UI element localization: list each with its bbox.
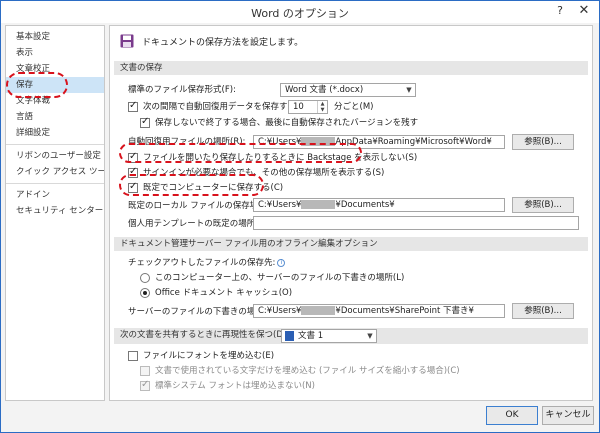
- help-icon[interactable]: ?: [549, 3, 571, 19]
- sidebar-item-display[interactable]: 表示: [6, 45, 104, 61]
- drafts-location-prefix: C:¥Users¥: [258, 306, 302, 316]
- autorecover-label: 次の間隔で自動回復用データを保存する(A):: [143, 102, 312, 112]
- sidebar-item-quick-access[interactable]: クイック アクセス ツール バー: [6, 164, 104, 180]
- show-more-locations-label: サインインが必要な場合でも、その他の保存場所を表示する(S): [143, 168, 385, 178]
- redacted-username: [301, 137, 336, 146]
- drafts-location-suffix: ¥Documents¥SharePoint 下書き¥: [335, 306, 474, 316]
- radio-office-cache[interactable]: [140, 288, 150, 298]
- sidebar-item-proofing[interactable]: 文章校正: [6, 61, 104, 77]
- format-value: Word 文書 (*.docx): [285, 85, 364, 95]
- ok-button[interactable]: OK: [486, 406, 538, 425]
- sidebar-divider: [6, 144, 104, 145]
- sidebar-item-general[interactable]: 基本設定: [6, 29, 104, 45]
- drafts-location-input[interactable]: C:¥Users¥ ¥Documents¥SharePoint 下書き¥: [253, 304, 505, 318]
- redacted-username: [301, 306, 336, 315]
- browse-drafts-button[interactable]: 参照(B)...: [512, 303, 574, 319]
- word-document-icon: [285, 331, 294, 341]
- browse-autorecover-button[interactable]: 参照(B)...: [512, 134, 574, 150]
- template-location-input[interactable]: [253, 216, 579, 230]
- no-system-fonts-checkbox[interactable]: [140, 379, 150, 391]
- sidebar: 基本設定 表示 文章校正 保存 文字体裁 言語 詳細設定 リボンのユーザー設定 …: [5, 25, 105, 401]
- autorecover-minutes-spinner[interactable]: 10 ▲ ▼: [288, 100, 328, 114]
- cancel-button[interactable]: キャンセル: [542, 406, 594, 425]
- browse-local-button[interactable]: 参照(B)...: [512, 197, 574, 213]
- options-dialog: Word のオプション ? ✕ 基本設定 表示 文章校正 保存 文字体裁 言語 …: [0, 0, 600, 433]
- local-location-suffix: ¥Documents¥: [335, 200, 395, 210]
- window-title: Word のオプション: [251, 7, 349, 20]
- sidebar-item-addins[interactable]: アドイン: [6, 187, 104, 203]
- panel-heading-text: ドキュメントの保存方法を設定します。: [142, 38, 304, 48]
- sidebar-item-save[interactable]: 保存: [6, 77, 104, 93]
- format-label: 標準のファイル保存形式(F):: [128, 85, 236, 95]
- close-icon[interactable]: ✕: [573, 3, 595, 19]
- sidebar-item-language[interactable]: 言語: [6, 109, 104, 125]
- sidebar-item-customize-ribbon[interactable]: リボンのユーザー設定: [6, 148, 104, 164]
- keep-last-checkbox[interactable]: [140, 116, 150, 128]
- redacted-username: [301, 200, 336, 209]
- save-to-computer-label: 既定でコンピューターに保存する(C): [143, 183, 284, 193]
- show-more-locations-checkbox[interactable]: [128, 166, 138, 178]
- section-header-save: 文書の保存: [114, 61, 588, 75]
- template-location-label: 個人用テンプレートの既定の場所(T):: [128, 219, 270, 229]
- no-backstage-label: ファイルを開いたり保存したりするときに Backstage を表示しない(S): [143, 153, 418, 163]
- save-to-computer-checkbox[interactable]: [128, 181, 138, 193]
- local-location-prefix: C:¥Users¥: [258, 200, 302, 210]
- no-backstage-checkbox[interactable]: [128, 151, 138, 163]
- info-icon: i: [277, 258, 286, 267]
- sidebar-item-typography[interactable]: 文字体裁: [6, 93, 104, 109]
- embed-fonts-checkbox[interactable]: [128, 351, 138, 361]
- autorecover-minutes-value: 10: [293, 102, 304, 112]
- autorecover-location-input[interactable]: C:¥Users¥ AppData¥Roaming¥Microsoft¥Word¥: [253, 135, 505, 149]
- options-panel: ドキュメントの保存方法を設定します。 文書の保存 標準のファイル保存形式(F):…: [109, 25, 593, 401]
- autorecover-location-suffix: AppData¥Roaming¥Microsoft¥Word¥: [335, 137, 492, 147]
- embed-used-only-label: 文書で使用されている文字だけを埋め込む (ファイル サイズを縮小する場合)(C): [155, 366, 460, 376]
- autorecover-checkbox[interactable]: [128, 100, 138, 112]
- spinner-down-icon[interactable]: ▼: [317, 107, 327, 113]
- sidebar-item-advanced[interactable]: 詳細設定: [6, 125, 104, 141]
- keep-last-label: 保存しないで終了する場合、最後に自動保存されたバージョンを残す: [155, 118, 419, 128]
- section-header-server: ドキュメント管理サーバー ファイル用のオフライン編集オプション: [114, 237, 588, 251]
- share-fidelity-label: 次の文書を共有するときに再現性を保つ(D):: [120, 330, 290, 340]
- checkout-location-text: チェックアウトしたファイルの保存先:: [128, 258, 276, 268]
- checkout-location-label: チェックアウトしたファイルの保存先: i: [128, 257, 286, 269]
- sidebar-divider: [6, 183, 104, 184]
- embed-fonts-label: ファイルにフォントを埋め込む(E): [143, 351, 275, 361]
- minutes-unit-label: 分ごと(M): [334, 102, 374, 112]
- share-document-value: 文書 1: [298, 331, 324, 341]
- radio-this-computer-label: このコンピューター上の、サーバーのファイルの下書きの場所(L): [155, 273, 405, 283]
- chevron-down-icon: ▼: [367, 332, 373, 340]
- embed-used-only-checkbox[interactable]: [140, 366, 150, 376]
- floppy-disk-icon: [120, 34, 134, 48]
- no-system-fonts-label: 標準システム フォントは埋め込まない(N): [155, 381, 315, 391]
- sidebar-item-trust-center[interactable]: セキュリティ センター: [6, 203, 104, 219]
- autorecover-location-label: 自動回復用ファイルの場所(R):: [128, 137, 246, 147]
- local-location-input[interactable]: C:¥Users¥ ¥Documents¥: [253, 198, 505, 212]
- radio-office-cache-label: Office ドキュメント キャッシュ(O): [155, 288, 293, 298]
- chevron-down-icon: ▼: [406, 86, 412, 94]
- share-document-select[interactable]: 文書 1 ▼: [281, 329, 377, 343]
- title-bar: Word のオプション ? ✕: [1, 1, 599, 23]
- format-select[interactable]: Word 文書 (*.docx) ▼: [280, 83, 416, 97]
- autorecover-location-prefix: C:¥Users¥: [258, 137, 302, 147]
- radio-this-computer[interactable]: [140, 273, 150, 283]
